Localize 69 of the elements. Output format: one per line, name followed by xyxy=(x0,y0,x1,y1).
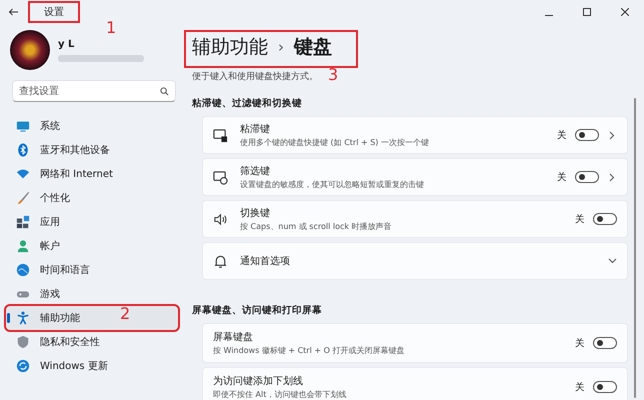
sidebar-item[interactable]: 时间和语言 xyxy=(6,258,178,282)
maximize-icon[interactable] xyxy=(583,8,591,16)
toggle-switch[interactable] xyxy=(575,171,599,183)
setting-card[interactable]: 粘滞键 使用多个键的键盘快捷键 (如 Ctrl + S) 一次按一个键 关 xyxy=(202,116,628,154)
sidebar-item[interactable]: 游戏 xyxy=(6,282,178,306)
wifi-icon xyxy=(16,167,30,181)
setting-title: 通知首选项 xyxy=(240,254,291,268)
sidebar-item[interactable]: 网络和 Internet xyxy=(6,162,178,186)
window-title: 设置 xyxy=(30,3,78,21)
bell-icon xyxy=(213,254,228,268)
toggle-state-label: 关 xyxy=(575,336,585,350)
callout-number: 2 xyxy=(120,304,130,323)
page-description: 便于键入和使用键盘快捷方式。 xyxy=(192,70,318,83)
sidebar-item[interactable]: 个性化 xyxy=(6,186,178,210)
section-heading: 屏幕键盘、访问键和打印屏幕 xyxy=(192,304,323,317)
close-icon[interactable] xyxy=(621,8,629,16)
callout-number: 3 xyxy=(328,65,338,84)
sidebar-item[interactable]: 系统 xyxy=(6,114,178,138)
sidebar-item[interactable]: 蓝牙和其他设备 xyxy=(6,138,178,162)
sidebar-item[interactable]: 应用 xyxy=(6,210,178,234)
setting-title: 为访问键添加下划线 xyxy=(213,374,304,388)
update-icon xyxy=(16,359,30,373)
toggle-state-label: 关 xyxy=(575,212,585,226)
toggle-state-label: 关 xyxy=(557,128,567,142)
bluetooth-icon xyxy=(16,143,30,157)
chevron-right-icon[interactable] xyxy=(607,130,617,140)
setting-card[interactable]: 为访问键添加下划线 即使不按住 Alt，访问键也会带下划线 关 xyxy=(202,367,628,400)
setting-description: 按 Windows 徽标键 + Ctrl + O 打开或关闭屏幕键盘 xyxy=(213,345,406,356)
setting-title: 切换键 xyxy=(240,206,271,220)
setting-title: 屏幕键盘 xyxy=(213,330,254,344)
search-icon xyxy=(160,87,169,96)
setting-description: 即使不按住 Alt，访问键也会带下划线 xyxy=(213,389,348,400)
sidebar-item[interactable]: 帐户 xyxy=(6,234,178,258)
toggle-switch[interactable] xyxy=(593,213,617,225)
sidebar-item[interactable]: 隐私和安全性 xyxy=(6,330,178,354)
toggle-state-label: 关 xyxy=(575,380,585,394)
page-title: 键盘 xyxy=(294,35,332,60)
setting-card[interactable]: 切换键 按 Caps、num 或 scroll lock 时播放声音 关 xyxy=(202,200,628,238)
minimize-icon[interactable] xyxy=(545,14,553,16)
setting-description: 按 Caps、num 或 scroll lock 时播放声音 xyxy=(240,221,393,232)
setting-card[interactable]: 通知首选项 xyxy=(202,242,628,280)
scrollbar[interactable] xyxy=(634,98,636,398)
callout-number: 1 xyxy=(106,18,116,37)
sidebar-item[interactable]: Windows 更新 xyxy=(6,354,178,378)
toggle-switch[interactable] xyxy=(593,337,617,349)
setting-card[interactable]: 屏幕键盘 按 Windows 徽标键 + Ctrl + O 打开或关闭屏幕键盘 关 xyxy=(202,323,628,363)
setting-card[interactable]: 筛选键 设置键盘的敏感度，使其可以忽略短暂或重复的击键 关 xyxy=(202,158,628,196)
toggle-switch[interactable] xyxy=(575,129,599,141)
apps-icon xyxy=(16,215,30,229)
shield-icon xyxy=(16,335,30,349)
setting-description: 设置键盘的敏感度，使其可以忽略短暂或重复的击键 xyxy=(240,179,425,190)
user-name: y L xyxy=(58,38,76,50)
chevron-right-icon[interactable] xyxy=(607,172,617,182)
accessibility-icon xyxy=(16,311,30,325)
breadcrumb-link[interactable]: 辅助功能 xyxy=(192,34,268,60)
back-arrow-icon[interactable] xyxy=(8,8,18,16)
toggle-state-label: 关 xyxy=(557,170,567,184)
search-field[interactable]: 查找设置 xyxy=(12,80,176,102)
setting-title: 粘滞键 xyxy=(240,122,271,136)
setting-description: 使用多个键的键盘快捷键 (如 Ctrl + S) 一次按一个键 xyxy=(240,137,430,148)
avatar xyxy=(10,30,50,70)
section-heading: 粘滞键、过滤键和切换键 xyxy=(192,97,303,110)
setting-title: 筛选键 xyxy=(240,164,271,178)
brush-icon xyxy=(16,191,30,205)
speaker-icon xyxy=(213,212,228,226)
breadcrumb-separator: › xyxy=(278,38,284,56)
toggle-switch[interactable] xyxy=(593,381,617,393)
person-icon xyxy=(16,239,30,253)
chevron-down-icon[interactable] xyxy=(608,258,617,264)
